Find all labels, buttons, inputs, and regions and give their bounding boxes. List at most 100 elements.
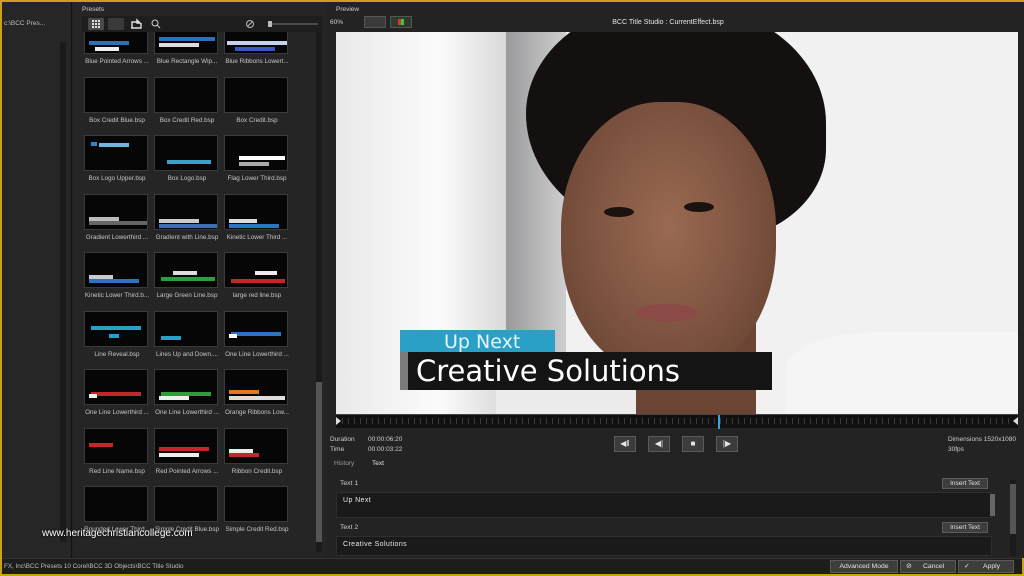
preset-thumbnail[interactable] [154,252,218,288]
preset-label: Box Logo.bsp [167,175,207,182]
preset-thumbnail[interactable] [224,135,288,171]
tree-item[interactable]: c:\BCC Pres... [4,20,45,27]
preset-item[interactable]: Box Credit.bsp [222,76,292,133]
preset-thumbnail[interactable] [84,310,148,347]
go-to-start-button[interactable]: ◀‖ [614,436,636,452]
display-mode-icon[interactable] [364,16,386,28]
preset-thumbnail[interactable] [84,427,148,464]
text2-field[interactable]: Creative Solutions [336,536,992,556]
preset-item[interactable]: Red Line Name.bsp [82,427,152,484]
preset-item[interactable]: One Line Lowerthird ... [82,369,152,425]
preset-thumbnail[interactable] [154,193,218,230]
search-icon[interactable] [148,18,164,30]
preset-thumbnail[interactable] [154,135,218,171]
time-value[interactable]: 00:00:03:22 [368,446,402,453]
preset-item[interactable]: Blue Pointed Arrows ... [82,32,152,74]
preset-thumbnail[interactable] [224,193,288,230]
play-button[interactable]: |▶ [716,436,738,452]
tab-text[interactable]: Text [372,460,384,467]
duration-label: Duration [330,436,355,443]
checkmark-icon: ✓ [964,563,970,570]
preset-item[interactable]: Box Credit Blue.bsp [82,76,152,133]
preset-label: Flag Lower Third.bsp [227,175,287,182]
preset-item[interactable]: Lines Up and Down.... [152,310,222,367]
preset-thumbnail[interactable] [154,486,218,522]
advanced-mode-button[interactable]: Advanced Mode [830,560,898,573]
preset-item[interactable]: Flag Lower Third.bsp [222,135,292,191]
tab-history[interactable]: History [334,460,354,467]
preset-item[interactable]: Large Green Line.bsp [152,252,222,308]
preset-item[interactable]: Line Reveal.bsp [82,310,152,367]
preset-thumbnail[interactable] [154,310,218,347]
preset-item[interactable]: Kinetic Lower Third.b... [82,252,152,308]
thumbnail-size-slider[interactable] [268,21,318,27]
timeline-start-marker-icon[interactable] [336,417,341,425]
preset-thumbnail[interactable] [84,76,148,113]
preset-item[interactable]: One Line Lowerthird ... [152,369,222,425]
preset-item[interactable]: Box Logo.bsp [152,135,222,191]
preset-thumbnail[interactable] [224,427,288,464]
insert-text-button-2[interactable]: Insert Text [942,522,988,533]
stop-button[interactable]: ■ [682,436,704,452]
grid-view-icon[interactable] [88,18,104,30]
text1-scrollbar[interactable] [990,494,995,516]
step-back-button[interactable]: ◀| [648,436,670,452]
preset-thumbnail[interactable] [84,32,148,54]
text1-field[interactable]: Up Next [336,492,992,518]
apply-label: Apply [983,563,1001,570]
preset-thumbnail[interactable] [224,310,288,347]
preset-item[interactable]: Orange Ribbons Low... [222,369,292,425]
preset-thumbnail[interactable] [224,32,288,54]
preset-item[interactable]: Gradient Lowerthird ... [82,193,152,250]
timeline-scrubber[interactable] [336,414,1018,429]
preset-item[interactable]: large red line.bsp [222,252,292,308]
preset-thumbnail[interactable] [154,369,218,405]
timeline-end-marker-icon[interactable] [1013,417,1018,425]
preset-thumbnail[interactable] [224,76,288,113]
preset-item[interactable]: Blue Ribbons Lowert... [222,32,292,74]
preset-item[interactable]: Box Credit Red.bsp [152,76,222,133]
preview-viewport[interactable]: Up Next Creative Solutions [336,32,1018,414]
text2-value[interactable]: Creative Solutions [343,541,407,548]
app-window: c:\BCC Pres... Presets Blue Pointed Arro… [0,0,1024,576]
preset-thumbnail[interactable] [84,369,148,405]
text1-value[interactable]: Up Next [343,497,371,504]
apply-button[interactable]: ✓ Apply [958,560,1014,573]
preset-label: Red Pointed Arrows ... [155,467,219,475]
preset-item[interactable]: One Line Lowerthird ... [222,310,292,367]
preset-item[interactable]: Ribbon Credit.bsp [222,427,292,484]
folder-tree[interactable]: c:\BCC Pres... [2,2,72,558]
preset-thumbnail[interactable] [154,427,218,464]
preset-label: Blue Pointed Arrows ... [85,58,149,65]
preview-title: Preview [336,6,360,13]
color-channel-icon[interactable] [390,16,412,28]
preset-thumbnail[interactable] [224,252,288,288]
preset-item[interactable]: Red Pointed Arrows ... [152,427,222,484]
presets-panel: Presets Blue Pointed Arrows ... Blue Rect… [74,2,326,558]
preset-thumbnail[interactable] [224,486,288,522]
cancel-button[interactable]: ⊘ Cancel [900,560,956,573]
preset-thumbnail[interactable] [154,76,218,113]
preset-item[interactable]: Kinetic Lower Third ... [222,193,292,250]
preset-item[interactable]: Blue Rectangle Wip... [152,32,222,74]
clear-filter-icon[interactable] [242,18,258,30]
text-panel-scrollbar[interactable] [1010,480,1016,556]
list-view-icon[interactable] [108,18,124,30]
preset-thumbnail[interactable] [154,32,218,54]
folder-up-icon[interactable] [128,18,144,30]
preset-item[interactable]: Box Logo Upper.bsp [82,135,152,191]
tree-scrollbar[interactable] [60,42,66,542]
preset-label: Blue Rectangle Wip... [156,58,218,65]
preset-thumbnail[interactable] [84,193,148,230]
lower-third-upnext: Up Next [400,330,555,353]
preset-thumbnail[interactable] [84,135,148,171]
presets-scrollbar[interactable] [316,32,322,552]
preset-thumbnail[interactable] [84,252,148,288]
playhead[interactable] [718,415,720,429]
preset-item[interactable]: Gradient with Line.bsp [152,193,222,250]
insert-text-button-1[interactable]: Insert Text [942,478,988,489]
zoom-level[interactable]: 60% [330,19,343,26]
preset-thumbnail[interactable] [84,486,148,522]
preset-thumbnail[interactable] [224,369,288,405]
preset-item[interactable]: Simple Credit Red.bsp [222,486,292,542]
